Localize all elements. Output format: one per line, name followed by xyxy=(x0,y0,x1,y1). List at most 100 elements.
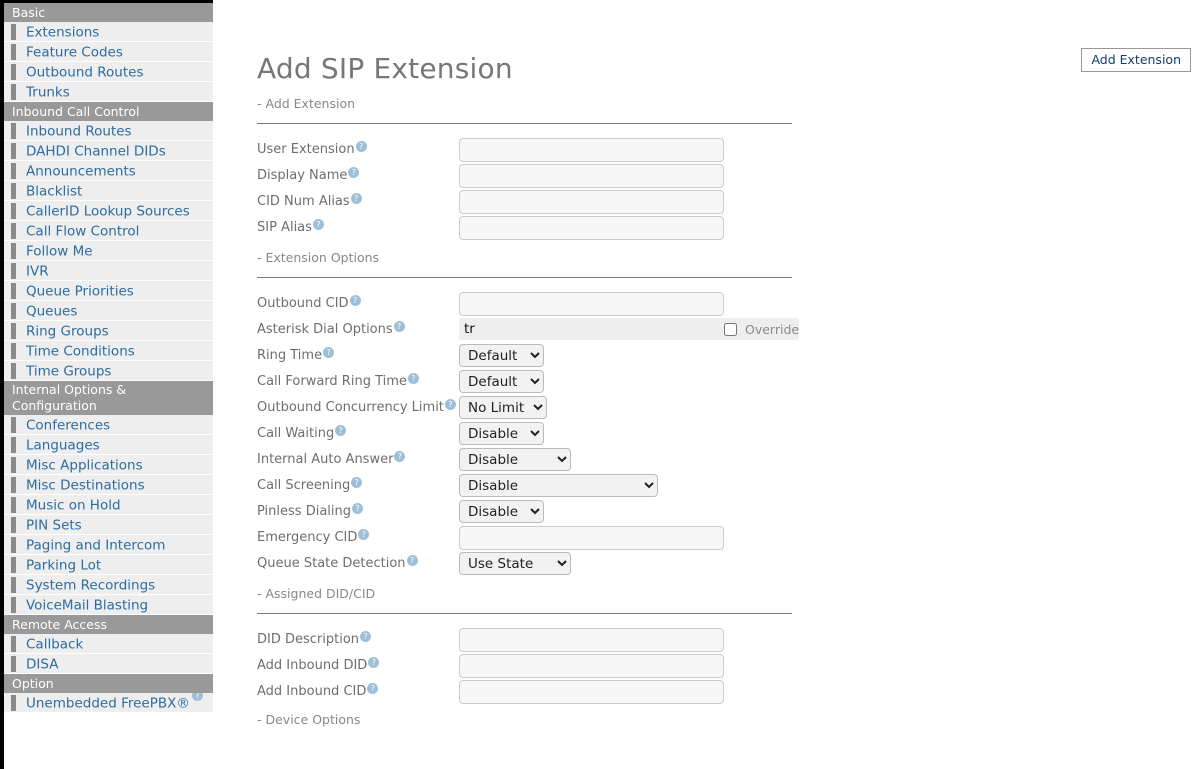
sidebar-item-label[interactable]: Languages xyxy=(26,438,100,454)
sidebar-item-callerid-lookup-sources[interactable]: CallerID Lookup Sources xyxy=(4,201,213,221)
help-icon[interactable]: ? xyxy=(350,193,362,204)
sidebar-item-pin-sets[interactable]: PIN Sets xyxy=(4,515,213,535)
sidebar-item-queues[interactable]: Queues xyxy=(4,301,213,321)
sidebar-item-unembedded-freepbx[interactable]: Unembedded FreePBX®? xyxy=(4,693,213,713)
user-extension-input[interactable] xyxy=(459,138,724,162)
help-icon[interactable]: ? xyxy=(393,321,405,332)
sidebar-item-label[interactable]: Outbound Routes xyxy=(26,65,144,81)
sidebar-item-voicemail-blasting[interactable]: VoiceMail Blasting xyxy=(4,595,213,615)
sidebar-item-disa[interactable]: DISA xyxy=(4,654,213,674)
display-name-control xyxy=(459,164,724,188)
ring-time-select[interactable]: Default xyxy=(459,344,544,367)
queue-state-detection-select[interactable]: Use StateIgnore State xyxy=(459,552,571,575)
sidebar-item-label[interactable]: Follow Me xyxy=(26,244,93,260)
help-icon[interactable]: ? xyxy=(323,347,335,358)
help-icon[interactable]: ? xyxy=(352,503,363,514)
help-icon[interactable]: ? xyxy=(312,219,324,230)
sidebar-item-system-recordings[interactable]: System Recordings xyxy=(4,575,213,595)
sidebar-item-time-groups[interactable]: Time Groups xyxy=(4,361,213,381)
sidebar-item-label[interactable]: Callback xyxy=(26,637,83,653)
sidebar-item-time-conditions[interactable]: Time Conditions xyxy=(4,341,213,361)
cid-num-alias-input[interactable] xyxy=(459,190,724,214)
sidebar-item-label[interactable]: Queues xyxy=(26,304,77,320)
help-icon[interactable]: ? xyxy=(348,167,360,178)
help-icon[interactable]: ? xyxy=(349,295,361,306)
sidebar-item-ivr[interactable]: IVR xyxy=(4,261,213,281)
sidebar-item-blacklist[interactable]: Blacklist xyxy=(4,181,213,201)
add-extension-button[interactable]: Add Extension xyxy=(1081,48,1191,72)
help-icon[interactable]: ? xyxy=(406,555,418,566)
sidebar-item-label[interactable]: Feature Codes xyxy=(26,45,123,61)
sidebar-item-label[interactable]: Music on Hold xyxy=(26,498,121,514)
outbound-concurrency-limit-select[interactable]: No Limit xyxy=(459,396,547,419)
sidebar-item-label[interactable]: Time Groups xyxy=(26,364,111,380)
call-forward-ring-time-label: Call Forward Ring Time? xyxy=(257,373,419,389)
sidebar-item-label[interactable]: Trunks xyxy=(26,85,70,101)
sidebar-item-outbound-routes[interactable]: Outbound Routes xyxy=(4,62,213,82)
sidebar-item-queue-priorities[interactable]: Queue Priorities xyxy=(4,281,213,301)
sidebar-item-call-flow-control[interactable]: Call Flow Control xyxy=(4,221,213,241)
call-screening-select[interactable]: Disable xyxy=(459,474,658,497)
help-icon[interactable]: ? xyxy=(335,425,347,436)
sidebar-item-misc-destinations[interactable]: Misc Destinations xyxy=(4,475,213,495)
sidebar-item-inbound-routes[interactable]: Inbound Routes xyxy=(4,121,213,141)
sidebar-item-label[interactable]: Unembedded FreePBX® xyxy=(26,696,190,712)
outbound-cid-input[interactable] xyxy=(459,292,724,316)
sidebar-item-label[interactable]: DAHDI Channel DIDs xyxy=(26,144,166,160)
sidebar-item-label[interactable]: IVR xyxy=(26,264,49,280)
help-icon[interactable]: ? xyxy=(444,399,456,410)
sidebar-item-label[interactable]: Extensions xyxy=(26,25,99,41)
sidebar-item-feature-codes[interactable]: Feature Codes xyxy=(4,42,213,62)
sidebar-item-label[interactable]: Parking Lot xyxy=(26,558,101,574)
display-name-input[interactable] xyxy=(459,164,724,188)
sidebar-item-label[interactable]: Announcements xyxy=(26,164,136,180)
sidebar-item-announcements[interactable]: Announcements xyxy=(4,161,213,181)
sidebar-item-follow-me[interactable]: Follow Me xyxy=(4,241,213,261)
sidebar-item-label[interactable]: Paging and Intercom xyxy=(26,538,165,554)
call-waiting-select[interactable]: DisableEnable xyxy=(459,422,544,445)
sidebar-item-parking-lot[interactable]: Parking Lot xyxy=(4,555,213,575)
sidebar-item-label[interactable]: Misc Applications xyxy=(26,458,143,474)
internal-auto-answer-select[interactable]: DisableIntercom xyxy=(459,448,571,471)
sidebar-item-conferences[interactable]: Conferences xyxy=(4,415,213,435)
sidebar-item-label[interactable]: Queue Priorities xyxy=(26,284,134,300)
sidebar-item-label[interactable]: CallerID Lookup Sources xyxy=(26,204,190,220)
call-forward-ring-time-select[interactable]: Default xyxy=(459,370,544,393)
help-icon[interactable]: ? xyxy=(355,141,367,152)
sidebar-item-dahdi-channel-dids[interactable]: DAHDI Channel DIDs xyxy=(4,141,213,161)
pinless-dialing-select[interactable]: DisableEnable xyxy=(459,500,544,523)
override-checkbox[interactable] xyxy=(724,323,737,336)
help-icon[interactable]: ? xyxy=(407,373,419,384)
help-icon[interactable]: ? xyxy=(360,631,372,642)
sidebar-item-languages[interactable]: Languages xyxy=(4,435,213,455)
sidebar-item-label[interactable]: Blacklist xyxy=(26,184,82,200)
sidebar-item-label[interactable]: DISA xyxy=(26,657,58,673)
sip-alias-input[interactable] xyxy=(459,216,724,240)
sidebar-item-label[interactable]: Inbound Routes xyxy=(26,124,132,140)
help-icon[interactable]: ? xyxy=(351,477,363,488)
sidebar-item-label[interactable]: VoiceMail Blasting xyxy=(26,598,148,614)
sidebar-item-label[interactable]: Conferences xyxy=(26,418,110,434)
sidebar-item-label[interactable]: Call Flow Control xyxy=(26,224,139,240)
sidebar-item-music-on-hold[interactable]: Music on Hold xyxy=(4,495,213,515)
sidebar-item-label[interactable]: Time Conditions xyxy=(26,344,135,360)
sidebar-item-label[interactable]: PIN Sets xyxy=(26,518,82,534)
help-icon[interactable]: ? xyxy=(394,451,406,462)
help-icon[interactable]: ? xyxy=(191,693,203,701)
add-inbound-cid-input[interactable] xyxy=(459,680,724,704)
sidebar-item-callback[interactable]: Callback xyxy=(4,634,213,654)
help-icon[interactable]: ? xyxy=(358,529,370,540)
sidebar-item-misc-applications[interactable]: Misc Applications xyxy=(4,455,213,475)
sidebar-item-paging-and-intercom[interactable]: Paging and Intercom xyxy=(4,535,213,555)
emergency-cid-input[interactable] xyxy=(459,526,724,550)
sidebar-item-extensions[interactable]: Extensions xyxy=(4,22,213,42)
sidebar-item-trunks[interactable]: Trunks xyxy=(4,82,213,102)
help-icon[interactable]: ? xyxy=(367,683,379,694)
help-icon[interactable]: ? xyxy=(368,657,380,668)
sidebar-item-label[interactable]: Misc Destinations xyxy=(26,478,145,494)
sidebar-item-ring-groups[interactable]: Ring Groups xyxy=(4,321,213,341)
did-description-input[interactable] xyxy=(459,628,724,652)
sidebar-item-label[interactable]: System Recordings xyxy=(26,578,155,594)
sidebar-item-label[interactable]: Ring Groups xyxy=(26,324,109,340)
add-inbound-did-input[interactable] xyxy=(459,654,724,678)
